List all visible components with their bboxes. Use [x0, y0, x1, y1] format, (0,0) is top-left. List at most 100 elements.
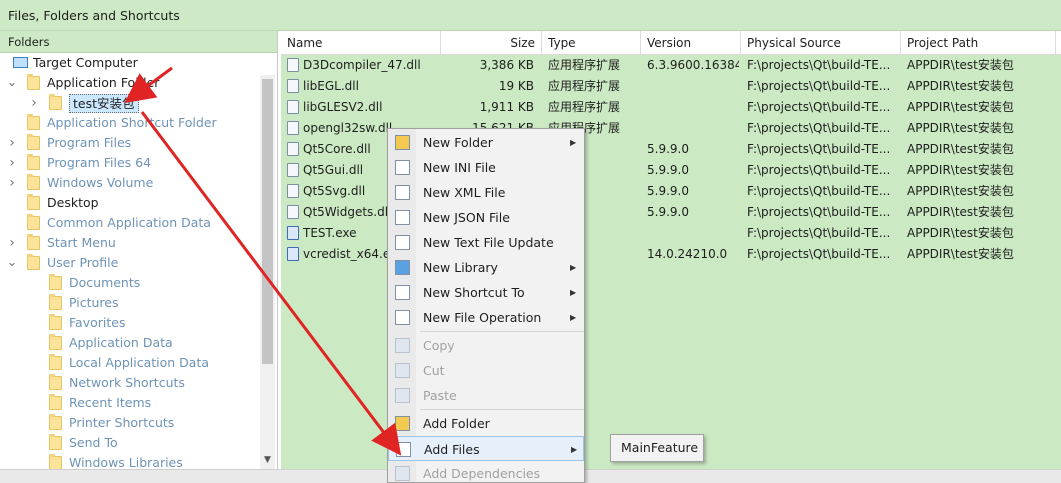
- tree-item[interactable]: Application Shortcut Folder: [0, 113, 258, 133]
- tree-item[interactable]: Network Shortcuts: [0, 373, 258, 393]
- dll-file-icon: [287, 142, 299, 156]
- folder-icon: [27, 194, 40, 210]
- scroll-down-icon[interactable]: ▼: [262, 455, 273, 467]
- menu-item-new-json-file[interactable]: New JSON File: [388, 205, 584, 230]
- new-folder-icon: [395, 135, 410, 150]
- folders-header-label: Folders: [8, 35, 50, 49]
- menu-item-new-ini-file[interactable]: New INI File: [388, 155, 584, 180]
- tree-item-label: Windows Libraries: [69, 455, 183, 469]
- expand-chevron-icon[interactable]: ›: [6, 133, 18, 153]
- library-icon: [395, 260, 410, 275]
- file-type: 应用程序扩展: [548, 79, 621, 93]
- file-version: 5.9.9.0: [647, 163, 689, 177]
- menu-item-new-xml-file[interactable]: New XML File: [388, 180, 584, 205]
- window-title-bar: Files, Folders and Shortcuts: [0, 0, 1061, 31]
- menu-item-copy: Copy: [388, 333, 584, 358]
- file-size: 3,386 KB: [479, 58, 534, 72]
- tree-item[interactable]: › Windows Volume: [0, 173, 258, 193]
- col-path-header[interactable]: Project Path: [901, 31, 1056, 55]
- menu-item-paste: Paste: [388, 383, 584, 408]
- tree-item[interactable]: Documents: [0, 273, 258, 293]
- dependencies-icon: [395, 466, 410, 481]
- expand-chevron-icon[interactable]: ›: [6, 233, 18, 253]
- tree-item[interactable]: Windows Libraries: [0, 453, 258, 469]
- tree-item-label: Start Menu: [47, 235, 116, 250]
- tree-item[interactable]: Printer Shortcuts: [0, 413, 258, 433]
- tree-item[interactable]: Send To: [0, 433, 258, 453]
- tree-item[interactable]: › test安装包: [0, 93, 258, 113]
- menu-item-new-file-operation[interactable]: New File Operation ▶: [388, 305, 584, 330]
- tree-item-label: Target Computer: [33, 55, 138, 70]
- tree-item-label: test安装包: [69, 94, 139, 113]
- menu-item-label: New JSON File: [423, 210, 510, 225]
- dll-file-icon: [287, 205, 299, 219]
- menu-item-new-folder[interactable]: New Folder ▶: [388, 130, 584, 155]
- file-size: 19 KB: [498, 79, 534, 93]
- tree-item-label: Windows Volume: [47, 175, 154, 190]
- menu-item-label: New Shortcut To: [423, 285, 525, 300]
- folder-icon: [49, 354, 62, 370]
- tree-item-label: Recent Items: [69, 395, 152, 410]
- add-folder-icon: [395, 416, 410, 431]
- menu-item-cut: Cut: [388, 358, 584, 383]
- expand-chevron-icon[interactable]: ›: [6, 173, 18, 193]
- tree-item[interactable]: Recent Items: [0, 393, 258, 413]
- tree-item[interactable]: › Program Files: [0, 133, 258, 153]
- folders-header: Folders: [0, 31, 277, 53]
- folder-icon: [27, 174, 40, 190]
- col-size-header[interactable]: Size: [441, 31, 542, 55]
- folder-icon: [27, 74, 40, 90]
- tree-scrollbar-thumb[interactable]: [262, 79, 273, 364]
- copy-icon: [395, 338, 410, 353]
- xml-file-icon: [395, 185, 410, 200]
- expand-chevron-icon[interactable]: ›: [6, 153, 18, 173]
- file-row[interactable]: libEGL.dll 19 KB 应用程序扩展 F:\projects\Qt\buil…: [281, 76, 1061, 97]
- dll-file-icon: [287, 58, 299, 72]
- tree-item[interactable]: Desktop: [0, 193, 258, 213]
- collapse-chevron-icon[interactable]: ⌄: [6, 253, 18, 273]
- file-row[interactable]: D3Dcompiler_47.dll 3,386 KB 应用程序扩展 6.3.9600…: [281, 55, 1061, 76]
- menu-item-label: New Folder: [423, 135, 493, 150]
- tree-item[interactable]: Common Application Data: [0, 213, 258, 233]
- tree-item[interactable]: Favorites: [0, 313, 258, 333]
- tree-item[interactable]: Application Data: [0, 333, 258, 353]
- tree-item[interactable]: Local Application Data: [0, 353, 258, 373]
- submenu-item-mainfeature[interactable]: MainFeature: [611, 435, 703, 461]
- col-type-header[interactable]: Type: [542, 31, 641, 55]
- tree-item[interactable]: ⌄ User Profile: [0, 253, 258, 273]
- submenu-arrow-icon: ▶: [570, 313, 577, 322]
- col-source-header[interactable]: Physical Source: [741, 31, 901, 55]
- dll-file-icon: [287, 184, 299, 198]
- tree-item[interactable]: › Program Files 64: [0, 153, 258, 173]
- tree-item-label: Favorites: [69, 315, 126, 330]
- folder-icon: [49, 314, 62, 330]
- file-row[interactable]: libGLESV2.dll 1,911 KB 应用程序扩展 F:\projects\Q…: [281, 97, 1061, 118]
- menu-item-add-folder[interactable]: Add Folder: [388, 411, 584, 436]
- ini-file-icon: [395, 160, 410, 175]
- tree-item[interactable]: Target Computer: [0, 53, 258, 73]
- menu-item-new-text-file-update[interactable]: New Text File Update: [388, 230, 584, 255]
- menu-item-label: Copy: [423, 338, 455, 353]
- folder-icon: [49, 334, 62, 350]
- folder-icon: [49, 434, 62, 450]
- menu-item-new-shortcut-to[interactable]: New Shortcut To ▶: [388, 280, 584, 305]
- tree-item[interactable]: › Start Menu: [0, 233, 258, 253]
- tree-item-label: Network Shortcuts: [69, 375, 185, 390]
- file-type: 应用程序扩展: [548, 58, 621, 72]
- menu-item-new-library[interactable]: New Library ▶: [388, 255, 584, 280]
- expand-chevron-icon[interactable]: ›: [28, 93, 40, 113]
- folder-icon: [49, 374, 62, 390]
- tree-item[interactable]: ⌄ Application Folder: [0, 73, 258, 93]
- tree-item[interactable]: Pictures: [0, 293, 258, 313]
- tree-item-label: Program Files 64: [47, 155, 152, 170]
- menu-separator: [420, 409, 584, 410]
- collapse-chevron-icon[interactable]: ⌄: [6, 73, 18, 93]
- tree-item-label: Application Shortcut Folder: [47, 115, 217, 130]
- col-name-header[interactable]: Name: [281, 31, 441, 55]
- text-file-icon: [395, 235, 410, 250]
- menu-item-add-files[interactable]: Add Files ▶: [388, 436, 584, 461]
- computer-icon: [13, 57, 28, 68]
- col-version-header[interactable]: Version: [641, 31, 741, 55]
- menu-item-label: New Text File Update: [423, 235, 554, 250]
- files-header: Name Size Type Version Physical Source Projec…: [281, 31, 1061, 55]
